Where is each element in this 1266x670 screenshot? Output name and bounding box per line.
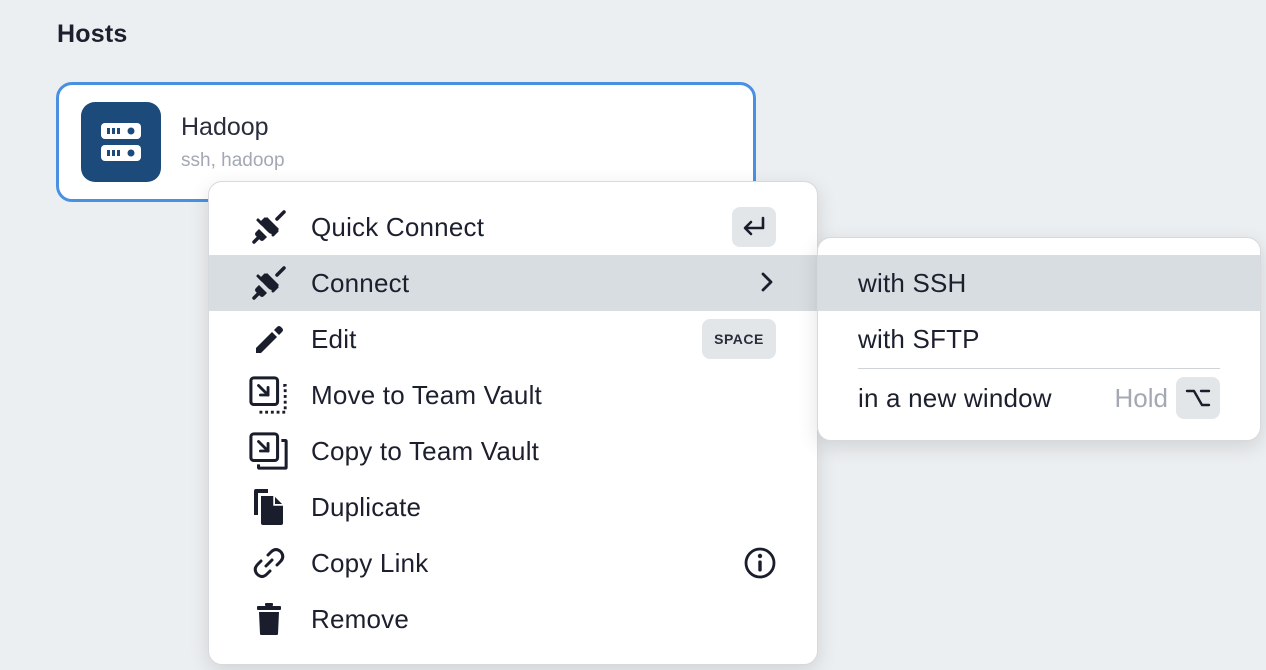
- menu-item-duplicate[interactable]: Duplicate: [209, 479, 817, 535]
- plug-icon: [249, 209, 289, 245]
- menu-item-label: Edit: [311, 323, 357, 354]
- space-key-shortcut: SPACE: [702, 319, 776, 359]
- menu-item-label: Remove: [311, 603, 410, 634]
- submenu-item-with-ssh[interactable]: with SSH: [818, 255, 1260, 311]
- duplicate-icon: [249, 489, 289, 525]
- option-key-shortcut: [1176, 377, 1220, 419]
- enter-key-icon: [743, 216, 765, 236]
- host-avatar: [81, 102, 161, 182]
- menu-item-label: Copy Link: [311, 547, 429, 578]
- context-menu: Quick Connect Connect Edit SPACE Move to…: [208, 181, 818, 665]
- info-icon[interactable]: [743, 546, 777, 585]
- menu-item-copy-to-team-vault[interactable]: Copy to Team Vault: [209, 423, 817, 479]
- chevron-right-icon: [759, 269, 775, 300]
- submenu-item-label: with SSH: [858, 267, 967, 298]
- host-name: Hadoop: [181, 113, 269, 141]
- pencil-icon: [249, 321, 289, 357]
- enter-key-shortcut: [732, 207, 776, 247]
- hold-hint: Hold: [1114, 382, 1168, 413]
- menu-item-label: Copy to Team Vault: [311, 435, 540, 466]
- menu-item-label: Move to Team Vault: [311, 379, 542, 410]
- menu-item-move-to-team-vault[interactable]: Move to Team Vault: [209, 367, 817, 423]
- copy-vault-icon: [249, 432, 289, 470]
- menu-item-copy-link[interactable]: Copy Link: [209, 535, 817, 591]
- server-icon: [101, 123, 141, 161]
- menu-item-label: Connect: [311, 267, 410, 298]
- menu-item-quick-connect[interactable]: Quick Connect: [209, 199, 817, 255]
- menu-item-connect[interactable]: Connect: [209, 255, 817, 311]
- menu-item-label: Quick Connect: [311, 211, 485, 242]
- host-subtitle: ssh, hadoop: [181, 150, 285, 171]
- submenu-item-with-sftp[interactable]: with SFTP: [818, 311, 1260, 367]
- plug-icon: [249, 265, 289, 301]
- menu-item-label: Duplicate: [311, 491, 422, 522]
- submenu-item-label: in a new window: [858, 382, 1052, 413]
- menu-item-edit[interactable]: Edit SPACE: [209, 311, 817, 367]
- section-title-hosts: Hosts: [57, 20, 128, 48]
- connect-submenu: with SSH with SFTP in a new window Hold: [817, 237, 1261, 441]
- link-icon: [249, 545, 289, 581]
- trash-icon: [249, 601, 289, 637]
- menu-item-remove[interactable]: Remove: [209, 591, 817, 647]
- submenu-item-new-window[interactable]: in a new window Hold: [818, 369, 1260, 427]
- move-vault-icon: [249, 376, 289, 414]
- option-key-icon: [1185, 389, 1211, 407]
- submenu-item-label: with SFTP: [858, 323, 980, 354]
